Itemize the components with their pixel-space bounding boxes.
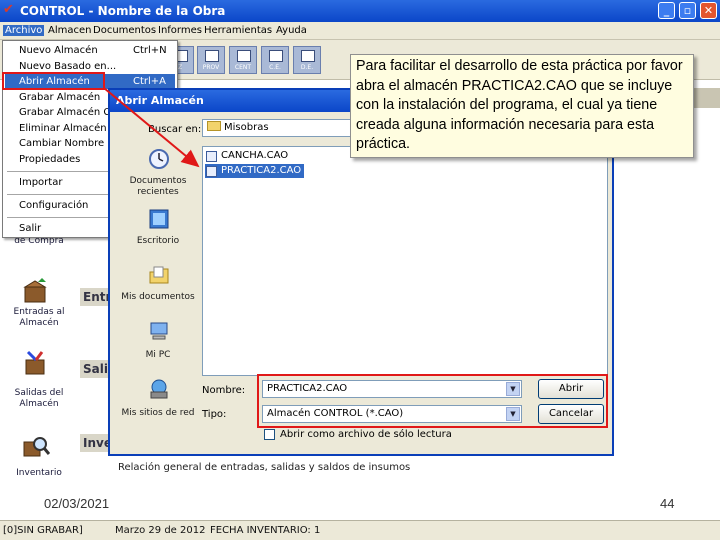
place-desktop[interactable]: Escritorio: [120, 236, 196, 247]
place-network[interactable]: Mis sitios de red: [120, 408, 196, 419]
my-computer-icon: [150, 322, 168, 340]
toolbar-button-de[interactable]: D.E.: [293, 46, 321, 74]
place-my-pc[interactable]: Mi PC: [120, 350, 196, 361]
document-icon: [237, 50, 251, 62]
file-icon: [206, 166, 217, 177]
clock-icon: [149, 149, 169, 169]
menu-herramientas[interactable]: Herramientas: [204, 25, 272, 36]
menu-archivo[interactable]: Archivo: [3, 25, 45, 36]
place-recent-documents[interactable]: Documentos recientes: [120, 176, 196, 198]
menu-informes[interactable]: Informes: [158, 25, 202, 36]
desktop-icon: [149, 209, 169, 229]
left-item-inventario[interactable]: Inventario: [0, 468, 78, 479]
toolbar-button-prov[interactable]: PROV: [197, 46, 225, 74]
close-button[interactable]: ✕: [700, 2, 717, 19]
maximize-button[interactable]: ▫: [679, 2, 696, 19]
network-icon: [150, 379, 168, 399]
status-date: Marzo 29 de 2012: [115, 525, 206, 536]
my-documents-icon: [149, 266, 169, 284]
file-icon: [206, 151, 217, 162]
menu-almacen[interactable]: Almacen: [48, 25, 91, 36]
menu-documentos[interactable]: Documentos: [93, 25, 156, 36]
highlight-abrir-almacen: [2, 72, 105, 90]
document-icon: [269, 50, 283, 62]
status-bar: [0]SIN GRABAR] Marzo 29 de 2012 FECHA IN…: [0, 520, 720, 540]
status-save-state: [0]SIN GRABAR]: [3, 525, 83, 536]
left-item-salidas[interactable]: Salidas del Almacén: [0, 388, 78, 410]
toolbar-button-cent[interactable]: CENT: [229, 46, 257, 74]
menu-ayuda[interactable]: Ayuda: [276, 25, 307, 36]
folder-icon: [207, 121, 221, 131]
name-label: Nombre:: [202, 385, 246, 396]
box-out-icon: [25, 350, 45, 375]
menu-item-nuevo-almacen[interactable]: Nuevo Almacén Ctrl+N: [5, 43, 175, 58]
status-inventory: FECHA INVENTARIO: 1: [210, 525, 321, 536]
app-title-bar: ✔ CONTROL - Nombre de la Obra _ ▫ ✕: [0, 0, 720, 22]
section-entradas: Entr: [80, 288, 111, 306]
file-item-cancha[interactable]: CANCHA.CAO: [205, 149, 291, 163]
document-icon: [205, 50, 219, 62]
place-my-documents[interactable]: Mis documentos: [120, 292, 196, 303]
box-in-icon: [23, 278, 47, 303]
magnifier-icon: [23, 437, 50, 457]
left-item-entradas[interactable]: Entradas al Almacén: [0, 307, 78, 329]
file-list[interactable]: CANCHA.CAO PRACTICA2.CAO: [202, 146, 608, 376]
inventory-description: Relación general de entradas, salidas y …: [118, 462, 411, 473]
highlight-name-and-open: [257, 374, 608, 428]
section-salidas: Sali: [80, 360, 110, 378]
slide-date: 02/03/2021: [44, 496, 110, 511]
minimize-button[interactable]: _: [658, 2, 675, 19]
type-label: Tipo:: [202, 409, 227, 420]
readonly-checkbox[interactable]: [264, 429, 275, 440]
menu-bar: Archivo Almacen Documentos Informes Herr…: [0, 22, 720, 40]
document-icon: [301, 50, 315, 62]
look-in-label: Buscar en:: [148, 124, 202, 135]
window-title: CONTROL - Nombre de la Obra: [20, 4, 226, 18]
file-item-practica2[interactable]: PRACTICA2.CAO: [205, 164, 305, 178]
checkmark-icon: ✔: [3, 2, 14, 17]
toolbar-button-ce[interactable]: C.E.: [261, 46, 289, 74]
section-inventario: Inve: [80, 434, 112, 452]
readonly-label: Abrir como archivo de sólo lectura: [280, 429, 452, 440]
slide-number: 44: [660, 496, 675, 511]
instruction-callout: Para facilitar el desarrollo de esta prá…: [350, 54, 694, 158]
